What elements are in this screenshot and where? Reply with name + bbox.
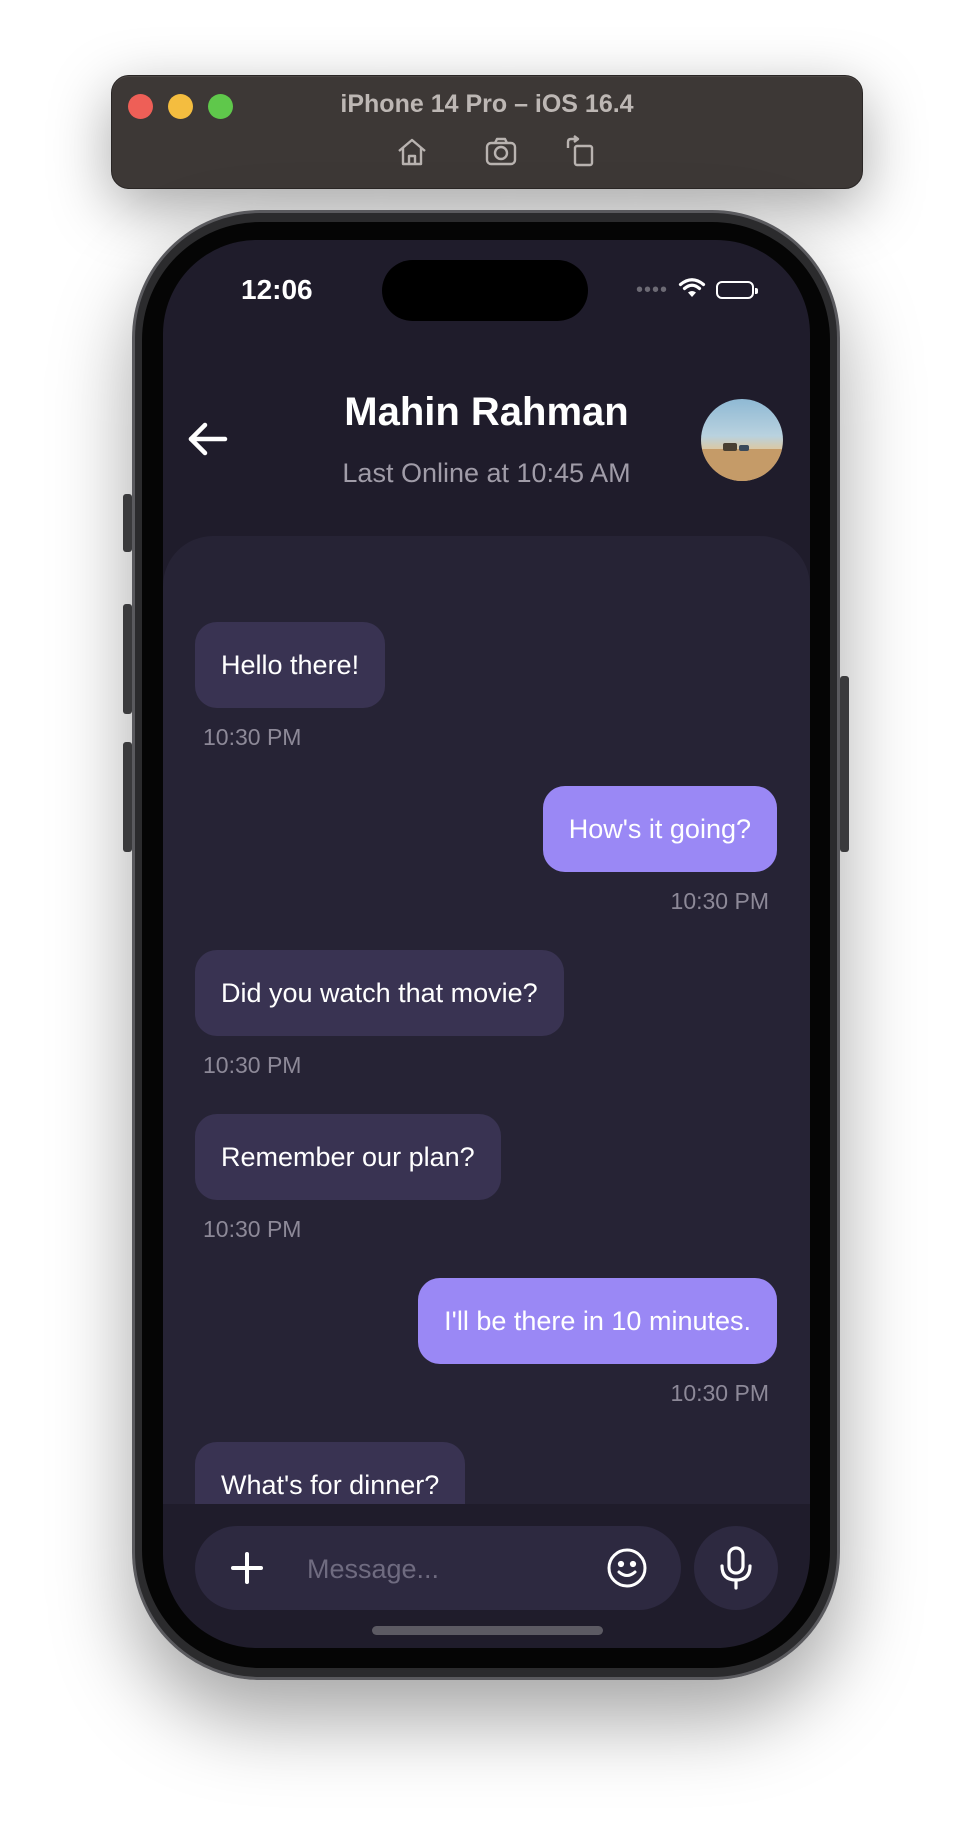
message-bubble[interactable]: I'll be there in 10 minutes. [418,1278,777,1364]
message-time: 10:30 PM [203,1216,302,1242]
status-indicators: •••• [635,277,758,304]
message-bubble[interactable]: Did you watch that movie? [195,950,564,1036]
wifi-icon [678,277,706,304]
message-composer [195,1526,681,1610]
simulator-title: iPhone 14 Pro – iOS 16.4 [340,90,634,118]
contact-avatar[interactable] [701,399,783,481]
home-indicator[interactable] [372,1626,603,1635]
screenshot-icon[interactable] [483,134,519,170]
emoji-icon[interactable] [605,1546,649,1590]
message-bubble[interactable]: Hello there! [195,622,386,708]
home-icon[interactable] [394,134,430,170]
message-outgoing: How's it going? 10:30 PM [542,786,777,915]
status-time: 12:06 [241,274,313,305]
rotate-icon[interactable] [562,134,598,170]
message-bubble[interactable]: What's for dinner? [195,1442,466,1504]
message-bubble[interactable]: Remember our plan? [195,1114,501,1200]
message-input[interactable] [305,1540,599,1598]
message-time: 10:30 PM [203,1052,302,1078]
cellular-signal-icon: •••• [635,279,668,301]
message-incoming: Hello there! 10:30 PM [195,622,386,751]
phone-screen: 12:06 •••• Mahin Rahman Last Online at 1… [163,240,810,1648]
message-list[interactable]: Hello there! 10:30 PM How's it going? 10… [163,536,810,1504]
message-incoming: Did you watch that movie? 10:30 PM [195,950,564,1079]
message-outgoing: I'll be there in 10 minutes. 10:30 PM [418,1278,777,1407]
microphone-button[interactable] [694,1526,778,1610]
power-button [840,676,849,852]
volume-up-button [123,604,132,714]
plus-icon[interactable] [223,1544,271,1592]
silent-switch [123,494,132,552]
message-time: 10:30 PM [203,724,302,750]
message-bubble[interactable]: How's it going? [542,786,777,872]
message-incoming: Remember our plan? 10:30 PM [195,1114,501,1243]
volume-down-button [123,742,132,852]
battery-icon [716,281,758,299]
dynamic-island [382,260,588,321]
microphone-icon [720,1546,752,1590]
message-incoming: What's for dinner? [195,1442,466,1504]
message-time: 10:30 PM [670,1380,769,1406]
message-time: 10:30 PM [670,888,769,914]
simulator-toolbar: iPhone 14 Pro – iOS 16.4 [111,75,863,189]
